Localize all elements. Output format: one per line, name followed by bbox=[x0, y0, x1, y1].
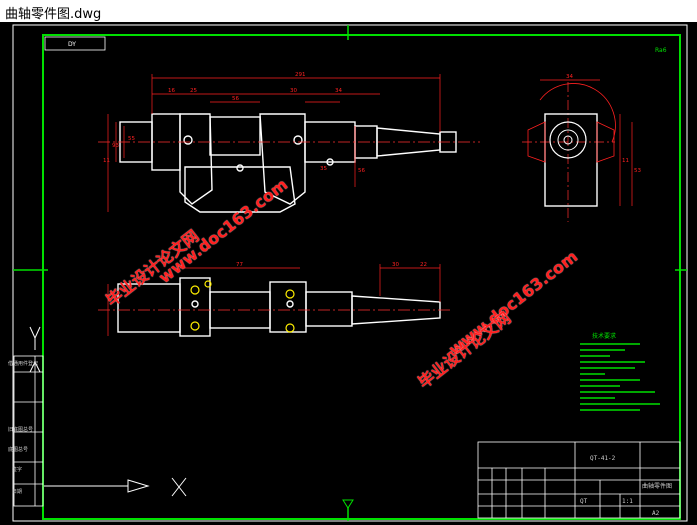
drawing-number: QT-41-2 bbox=[590, 455, 616, 462]
part-name: 曲轴零件图 bbox=[642, 482, 672, 490]
title-block bbox=[477, 441, 681, 519]
drawing-svg: DY Ra6 291 16 25 56 30 34 11 93 55 56 35… bbox=[12, 24, 688, 522]
window-titlebar: 曲轴零件图.dwg bbox=[0, 0, 697, 23]
window-title: 曲轴零件图.dwg bbox=[5, 7, 102, 22]
front-dim-texts: 291 16 25 56 30 34 11 93 55 56 35 bbox=[103, 72, 365, 174]
view-label-text: DY bbox=[68, 41, 76, 48]
left-table-row-4: 签字 bbox=[12, 467, 23, 473]
left-table-row-5: 日期 bbox=[12, 489, 23, 495]
dim-r5: 34 bbox=[335, 88, 342, 94]
dim-mid: 35 bbox=[320, 166, 327, 172]
roughness-symbol: Ra6 bbox=[655, 47, 667, 54]
dim-r4: 30 bbox=[290, 88, 297, 94]
dim-r3: 56 bbox=[232, 96, 239, 102]
dim-h2: 55 bbox=[128, 136, 135, 142]
cad-drawing-canvas[interactable]: DY Ra6 291 16 25 56 30 34 11 93 55 56 35… bbox=[0, 22, 697, 525]
crankshaft-front-view bbox=[119, 113, 457, 213]
title-block-texts: QT-41-2 曲轴零件图 A2 1:1 QT bbox=[580, 455, 672, 517]
bottom-view-yellow-holes bbox=[190, 280, 295, 333]
dim-overall: 291 bbox=[295, 72, 306, 78]
bottom-dim-texts: 77 30 22 bbox=[236, 262, 427, 268]
left-table-row-1: 借通用件登记 bbox=[8, 361, 39, 367]
center-arrow-bottom bbox=[342, 499, 354, 509]
left-table-row-2: 旧底图总号 bbox=[8, 427, 34, 433]
outer-border bbox=[12, 24, 688, 522]
ucs-axis-icon bbox=[44, 477, 187, 497]
sheet-size: A2 bbox=[652, 510, 660, 517]
side-dim-top: 34 bbox=[566, 74, 573, 80]
side-dim-right2: 53 bbox=[634, 168, 641, 174]
bottom-dim-d1: 77 bbox=[236, 262, 243, 268]
left-table-row-3: 底图总号 bbox=[8, 447, 29, 453]
dim-r1: 16 bbox=[168, 88, 175, 94]
crankshaft-side-view bbox=[522, 79, 633, 222]
bottom-dim-d3: 22 bbox=[420, 262, 427, 268]
dim-h4: 11 bbox=[103, 158, 110, 164]
dim-r2: 25 bbox=[190, 88, 197, 94]
technical-requirements: 技术要求 bbox=[580, 332, 660, 411]
dim-h3: 56 bbox=[358, 168, 365, 174]
side-dim-right1: 11 bbox=[622, 158, 629, 164]
material: QT bbox=[580, 498, 588, 505]
dim-h1: 93 bbox=[112, 143, 119, 149]
tech-notes-title: 技术要求 bbox=[592, 332, 616, 340]
scale: 1:1 bbox=[622, 498, 633, 505]
bottom-dim-d2: 30 bbox=[392, 262, 399, 268]
